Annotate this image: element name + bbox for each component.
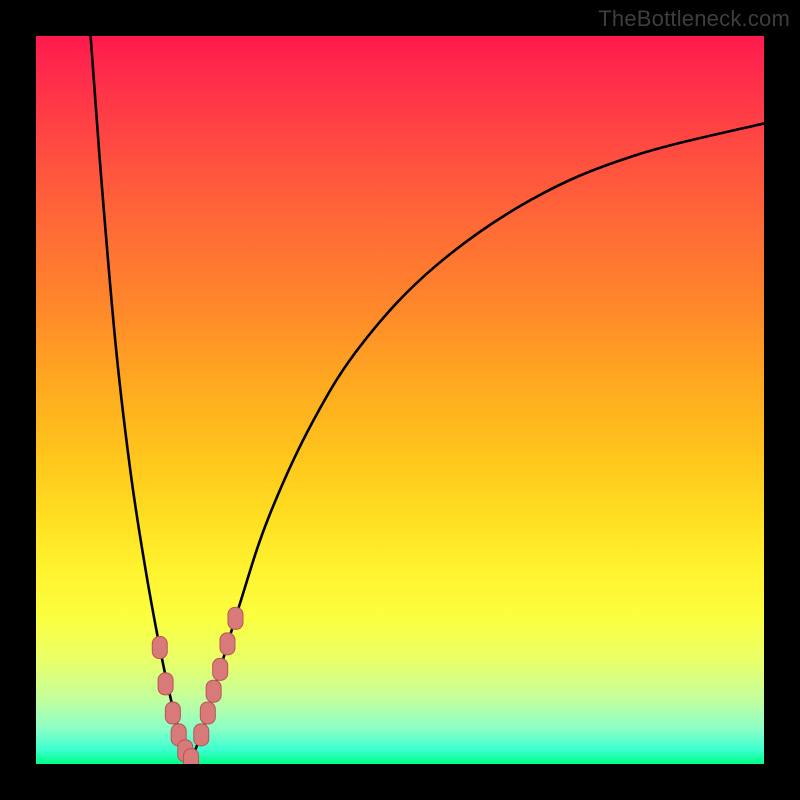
marker-point [152,637,167,659]
marker-group [152,607,243,764]
curve-group [91,36,764,760]
image-frame: TheBottleneck.com [0,0,800,800]
marker-point [165,702,180,724]
marker-point [184,749,199,764]
plot-area [36,36,764,764]
marker-point [206,680,221,702]
marker-point [220,633,235,655]
curve-right [191,123,764,760]
marker-point [158,673,173,695]
marker-point [213,658,228,680]
marker-point [194,724,209,746]
curve-left [91,36,191,760]
watermark-text: TheBottleneck.com [598,6,790,32]
marker-point [228,607,243,629]
marker-point [200,702,215,724]
chart-svg [36,36,764,764]
